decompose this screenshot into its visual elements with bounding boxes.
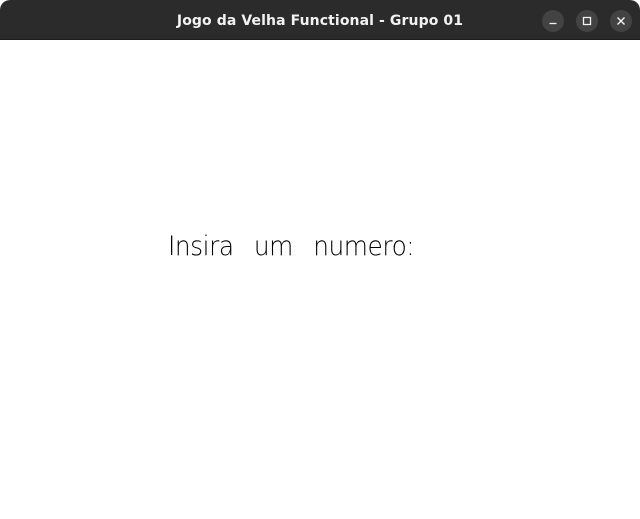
maximize-button[interactable] <box>576 10 598 32</box>
minimize-button[interactable] <box>542 10 564 32</box>
maximize-icon <box>582 16 592 26</box>
app-window: Jogo da Velha Functional - Grupo 01 Insi… <box>0 0 640 519</box>
title-bar[interactable]: Jogo da Velha Functional - Grupo 01 <box>0 0 640 40</box>
game-canvas[interactable]: Insira um numero: <box>0 40 640 519</box>
close-icon <box>616 16 626 26</box>
close-button[interactable] <box>610 10 632 32</box>
minimize-icon <box>548 16 558 26</box>
number-prompt: Insira um numero: <box>168 231 415 262</box>
